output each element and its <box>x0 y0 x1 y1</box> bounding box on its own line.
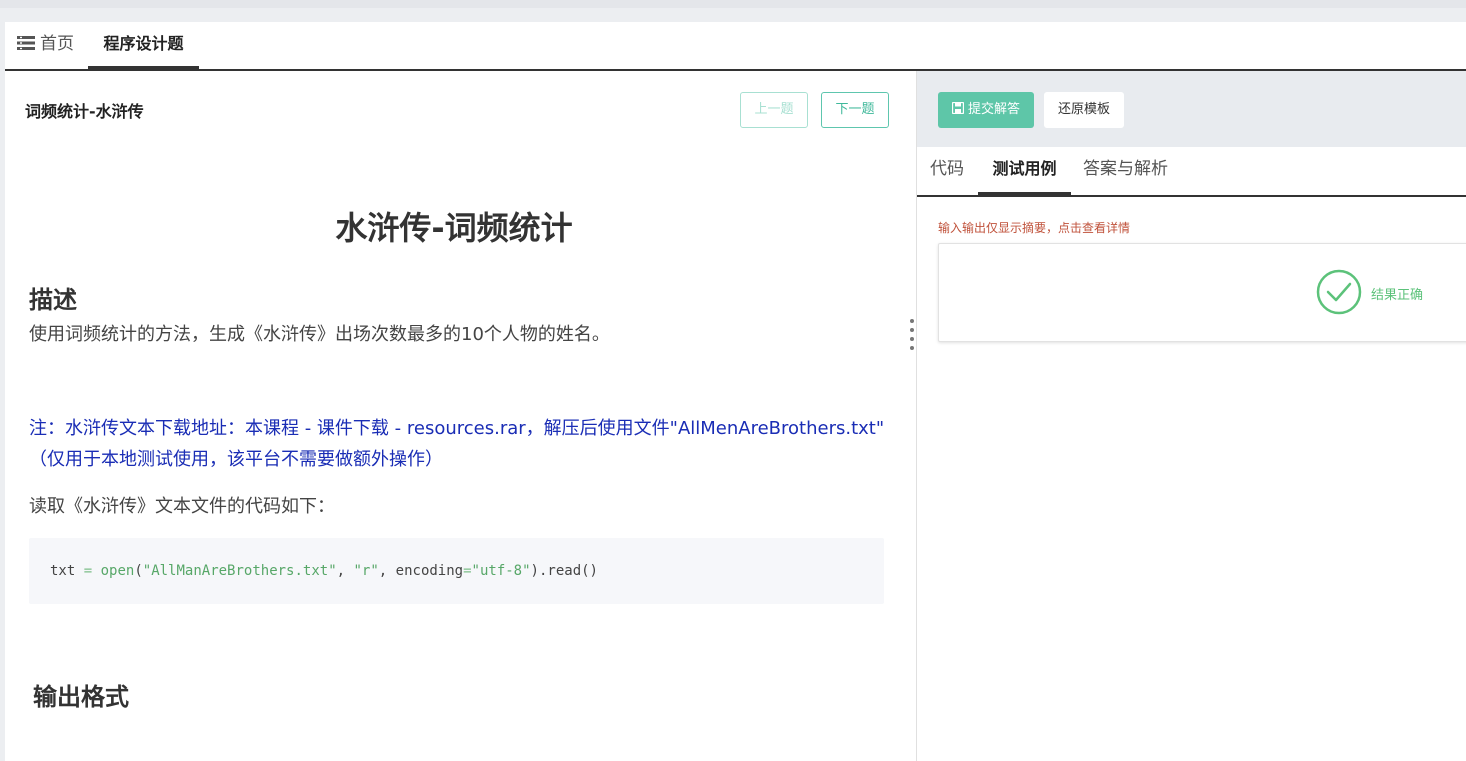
download-note-line1: 注：水浒传文本下载地址：本课程 - 课件下载 - resources.rar，解… <box>29 418 885 439</box>
check-circle-icon <box>1316 269 1362 315</box>
prev-question-button[interactable]: 上一题 <box>740 92 808 128</box>
output-format-heading: 输出格式 <box>33 683 129 711</box>
description-text: 使用词频统计的方法，生成《水浒传》出场次数最多的10个人物的姓名。 <box>29 324 610 345</box>
top-tab-bar: 首页 程序设计题 <box>5 22 1466 71</box>
summary-hint[interactable]: 输入输出仅显示摘要，点击查看详情 <box>938 219 1130 236</box>
answer-tab-bar: 代码 测试用例 答案与解析 <box>917 147 1466 197</box>
submit-answer-label: 提交解答 <box>967 102 1020 117</box>
code-arg-mode: "r" <box>353 563 379 579</box>
tab-programming[interactable]: 程序设计题 <box>88 22 199 69</box>
window-top-bar <box>0 0 1466 8</box>
next-question-button[interactable]: 下一题 <box>821 92 889 128</box>
app-container: 首页 程序设计题 词频统计-水浒传 上一题 下一题 水浒传-词频统计 描述 使用… <box>5 22 1466 761</box>
tab-test-cases[interactable]: 测试用例 <box>978 147 1071 195</box>
code-kw-value: "utf-8" <box>471 563 531 579</box>
tab-home[interactable]: 首页 <box>17 22 74 69</box>
problem-panel: 词频统计-水浒传 上一题 下一题 水浒传-词频统计 描述 使用词频统计的方法，生… <box>5 71 916 761</box>
code-keyword: encoding <box>395 563 464 579</box>
download-note-line2: （仅用于本地测试使用，该平台不需要做额外操作） <box>29 449 443 470</box>
code-function: open <box>100 563 135 579</box>
save-icon <box>951 102 964 114</box>
code-arg-filename: "AllManAreBrothers.txt" <box>142 563 337 579</box>
submit-answer-button[interactable]: 提交解答 <box>938 92 1034 128</box>
problem-title: 词频统计-水浒传 <box>25 102 144 121</box>
restore-template-button[interactable]: 还原模板 <box>1044 92 1124 128</box>
code-operator: = <box>83 563 93 579</box>
answer-toolbar: 提交解答 还原模板 <box>917 71 1466 147</box>
tab-code[interactable]: 代码 <box>930 147 964 195</box>
list-icon <box>17 36 35 50</box>
tab-home-label: 首页 <box>40 34 74 54</box>
code-var: txt <box>50 563 76 579</box>
description-heading: 描述 <box>29 286 77 314</box>
answer-panel: 提交解答 还原模板 代码 测试用例 答案与解析 输入输出仅显示摘要，点击查看详情… <box>916 71 1466 761</box>
code-block: txt = open("AllManAreBrothers.txt", "r",… <box>29 538 884 604</box>
tab-answer-analysis[interactable]: 答案与解析 <box>1083 147 1168 195</box>
result-status-text: 结果正确 <box>1371 288 1424 303</box>
problem-heading: 水浒传-词频统计 <box>335 209 573 247</box>
read-file-text: 读取《水浒传》文本文件的代码如下： <box>29 496 335 517</box>
panel-resize-handle[interactable] <box>909 319 915 359</box>
code-tail: .read() <box>538 563 598 579</box>
test-result-card[interactable]: 结果正确 <box>938 243 1466 342</box>
